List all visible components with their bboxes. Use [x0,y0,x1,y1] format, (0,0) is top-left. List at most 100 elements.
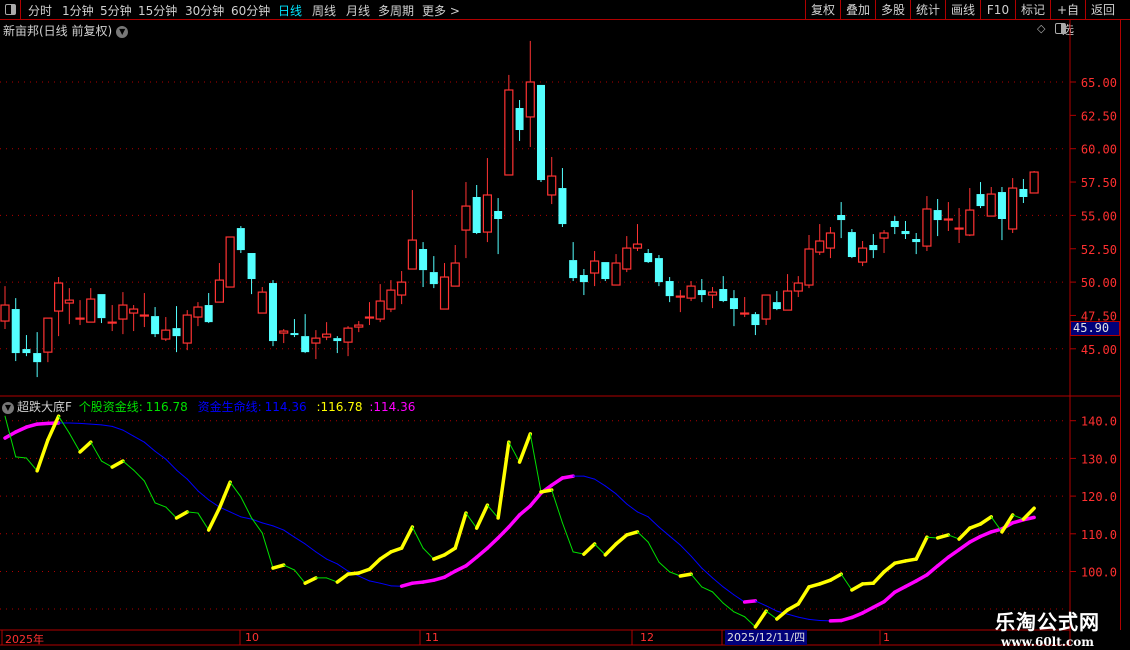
fund-line-segment [154,502,167,508]
fund-line-rising-segment [935,533,951,540]
candle-up [943,218,953,221]
candle-up [804,248,814,286]
fund-line-rising-segment [110,459,125,469]
fund-line-rising-segment [614,533,629,546]
fund-line-segment [647,541,660,563]
life-line-rising-segment [914,573,929,583]
life-line-segment [679,544,692,557]
candle-down [204,305,213,323]
life-line-rising-segment [442,569,457,579]
fund-line-rising-segment [378,550,393,561]
candle-up [75,317,85,320]
fund-line-segment [251,517,263,534]
line1-label: 个股资金线: 116.78 [78,400,188,414]
fund-line-segment [529,433,542,493]
price-tick-label: 62.50 [1081,109,1117,123]
chevron-down-icon[interactable]: ▼ [2,401,14,414]
candle-up [707,291,718,296]
candle-down [429,272,438,285]
fund-line-rising-segment [850,582,865,592]
life-line-segment [754,600,767,607]
life-line-segment [626,503,638,513]
life-line-segment [604,485,617,495]
candle-down [579,275,588,283]
life-line-segment [647,516,660,528]
candle-up [139,314,149,317]
date-label: 10 [245,631,259,644]
fund-line-segment [100,460,113,468]
fund-line-segment [658,561,671,573]
candle-down [697,290,706,296]
candle-up [1029,171,1039,194]
life-line-segment [197,490,210,501]
candle-up [64,299,74,304]
fund-line-rising-segment [496,440,511,520]
candle-up [279,330,289,334]
line1-rise-value: :116.78 [316,400,363,414]
fund-line-rising-segment [303,576,318,585]
candle-down [719,289,728,302]
fund-line-rising-segment [914,535,929,561]
candle-up [793,282,803,292]
life-line-segment [186,478,199,492]
candle-up [986,193,996,217]
candle-down [569,260,578,279]
candle-down [472,196,481,234]
candle-up [857,247,868,263]
life-line-rising-segment [742,599,758,604]
candle-down [301,336,310,353]
life-line-segment [90,423,102,426]
fund-line-rising-segment [978,515,993,526]
life-line-segment [636,511,649,518]
life-line-segment [797,616,810,620]
kline-chart[interactable]: 65.0062.5060.0057.5055.0052.5050.0047.50… [0,0,1130,650]
life-line-segment [315,551,328,560]
fund-line-segment [229,481,242,498]
life-line-segment [722,586,735,596]
fund-line-rising-segment [539,488,554,494]
side-panel-strip[interactable] [1120,20,1130,630]
fund-line-segment [508,441,521,463]
candle-up [1008,187,1018,230]
price-tick-label: 55.00 [1081,209,1117,223]
life-line-segment [658,526,671,537]
fund-line-rising-segment [46,414,61,442]
life-line-rising-segment [464,555,479,568]
candle-up [740,312,750,315]
fund-line-rising-segment [367,557,382,571]
life-line-segment [701,567,714,579]
candle-up [354,324,364,328]
candle-down [290,333,299,336]
fund-line-segment [722,602,735,613]
life-line-rising-segment [453,564,468,573]
fund-line-segment [15,456,27,459]
life-line-segment [583,475,596,480]
candle-up [825,232,836,249]
fund-line-rising-segment [442,546,457,557]
candle-down [665,281,674,297]
candle-up [954,227,964,230]
candle-up [257,291,267,314]
line2-label: 资金生命线: 114.36 [197,400,307,414]
fund-line-segment [712,591,724,604]
fund-line-segment [744,616,756,628]
fund-line-segment [422,547,435,560]
fund-line-rising-segment [625,530,640,537]
fund-line-segment [594,543,606,556]
fund-line-rising-segment [882,561,897,574]
indicator-name[interactable]: 超跌大底F [17,400,72,414]
price-tick-label: 45.00 [1081,343,1117,357]
price-tick-label: 60.00 [1081,143,1117,157]
candle-up [782,290,793,311]
life-line-segment [690,555,703,569]
life-line-segment [272,525,285,531]
fund-line-rising-segment [796,585,811,606]
fund-line-rising-segment [828,572,843,582]
candle-up [675,295,685,298]
fund-line-rising-segment [78,440,93,454]
price-tick-label: 57.50 [1081,176,1117,190]
fund-line-segment [765,610,778,620]
fund-line-segment [58,415,70,434]
candle-up [761,294,771,320]
candle-up [922,208,932,247]
